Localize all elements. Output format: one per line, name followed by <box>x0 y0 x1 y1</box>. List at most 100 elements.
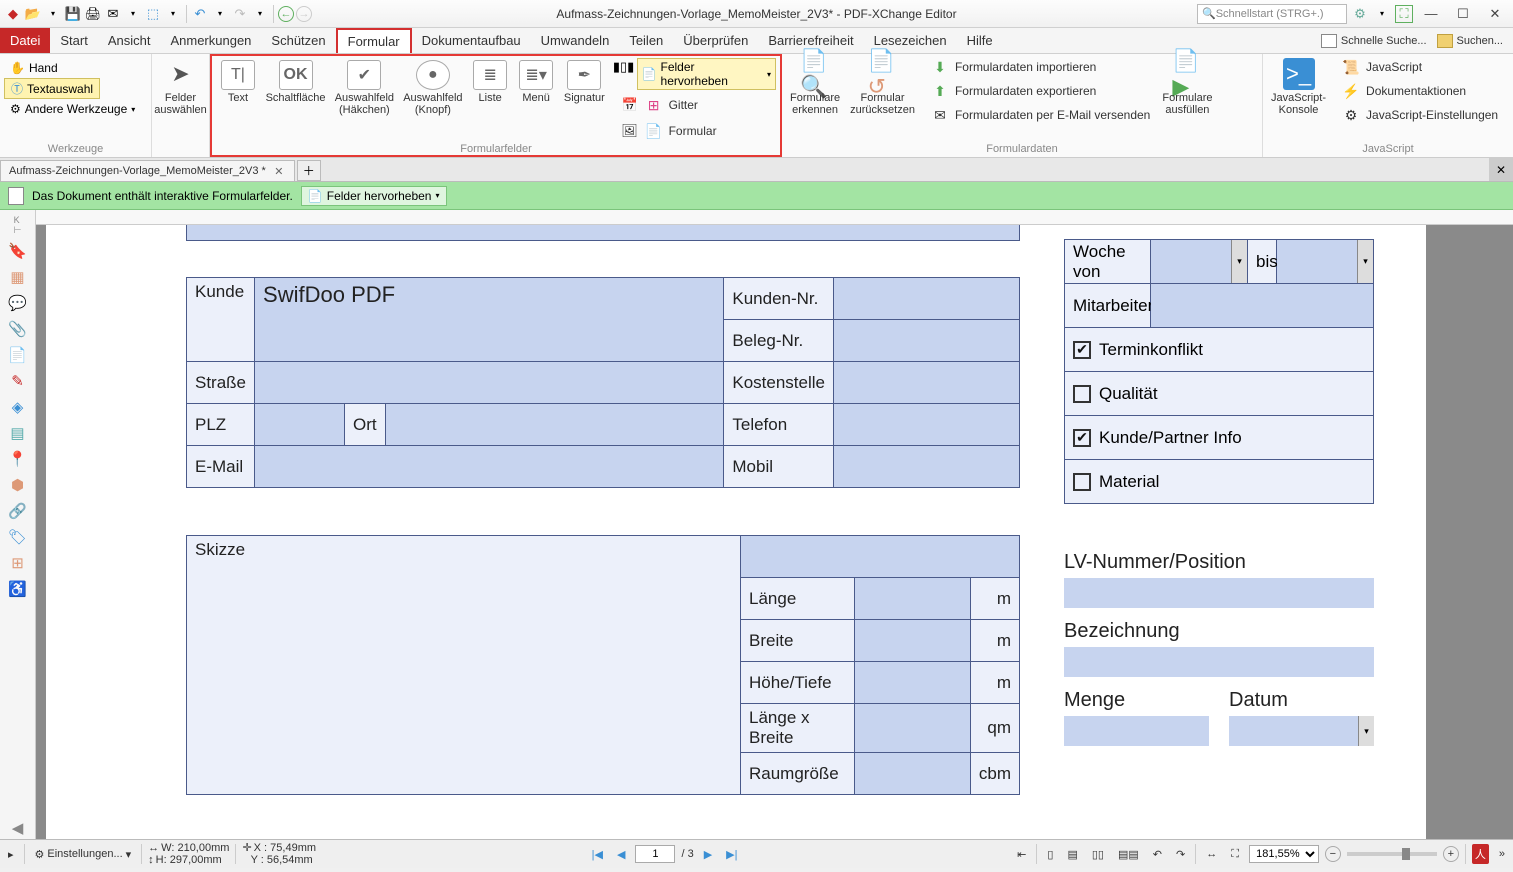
zoom-in-button[interactable]: + <box>1443 846 1459 862</box>
menue-button[interactable]: ≣▾Menü <box>514 58 558 106</box>
content-icon[interactable]: ▤ <box>7 422 29 444</box>
textauswahl-button[interactable]: ⓉTextauswahl <box>4 78 100 99</box>
menu-umwandeln[interactable]: Umwandeln <box>531 28 620 53</box>
liste-button[interactable]: ≣Liste <box>468 58 512 106</box>
formular-button[interactable]: 🖼📄Formular <box>615 120 776 142</box>
maximize-button[interactable]: ☐ <box>1449 4 1477 24</box>
redo-icon[interactable]: ↷ <box>231 5 249 23</box>
chevron-down-icon[interactable]: ▾ <box>1357 240 1373 283</box>
fit-page-icon[interactable]: ⛶ <box>1227 847 1243 862</box>
raumgroesse-field[interactable] <box>855 753 971 795</box>
formulardaten-email-button[interactable]: ✉Formulardaten per E-Mail versenden <box>925 104 1156 126</box>
dokumentaktionen-button[interactable]: ⚡Dokumentaktionen <box>1336 80 1504 102</box>
plz-field[interactable] <box>255 404 345 446</box>
zoom-slider[interactable] <box>1347 852 1437 856</box>
laenge-field[interactable] <box>855 578 971 620</box>
auswahlfeld-haekchen-button[interactable]: ✔Auswahlfeld (Häkchen) <box>331 58 398 118</box>
menu-formular[interactable]: Formular <box>336 28 412 53</box>
barcode-icon[interactable]: ▮▯▮ <box>615 58 633 76</box>
layers-icon[interactable]: ◈ <box>7 396 29 418</box>
qualitaet-checkbox[interactable]: Qualität <box>1065 372 1373 415</box>
layout-single-icon[interactable]: ▯ <box>1043 847 1057 862</box>
dropdown-icon[interactable]: ▾ <box>1373 5 1391 23</box>
wochevon-field[interactable]: ▾ <box>1151 240 1247 283</box>
save-icon[interactable]: 💾 <box>64 5 82 23</box>
order-icon[interactable]: ⊞ <box>7 552 29 574</box>
email-field[interactable] <box>255 446 724 488</box>
ort-field[interactable] <box>385 404 724 446</box>
bookmark-panel-icon[interactable]: 🔖 <box>7 240 29 262</box>
attachments-icon[interactable]: 📎 <box>7 318 29 340</box>
layout-continuous-icon[interactable]: ▤ <box>1063 847 1081 862</box>
schnelle-suche-button[interactable]: Schnelle Suche... <box>1321 34 1427 48</box>
datum-field[interactable]: ▾ <box>1229 716 1374 746</box>
destinations-icon[interactable]: 📍 <box>7 448 29 470</box>
formulardaten-importieren-button[interactable]: ⬇Formulardaten importieren <box>925 56 1156 78</box>
menge-field[interactable] <box>1064 716 1209 746</box>
undo-icon[interactable]: ↶ <box>191 5 209 23</box>
menu-ueberpruefen[interactable]: Überprüfen <box>673 28 758 53</box>
chevron-down-icon[interactable]: ▾ <box>1231 240 1247 283</box>
fit-width-icon[interactable]: ↔ <box>1202 847 1221 861</box>
schaltflaeche-button[interactable]: OKSchaltfläche <box>262 58 329 106</box>
menu-schuetzen[interactable]: Schützen <box>261 28 335 53</box>
first-page-button[interactable]: |◀ <box>588 847 607 862</box>
menu-file[interactable]: Datei <box>0 28 50 53</box>
scroll-start-icon[interactable]: ⇤ <box>1013 847 1030 862</box>
fit-icon[interactable]: ⛶ <box>1395 5 1413 23</box>
einstellungen-button[interactable]: ⚙ Einstellungen... ▾ <box>31 847 136 862</box>
breite-field[interactable] <box>855 620 971 662</box>
minimize-button[interactable]: — <box>1417 4 1445 24</box>
kundennr-field[interactable] <box>834 278 1020 320</box>
rotate-right-icon[interactable]: ↷ <box>1172 847 1189 862</box>
felder-auswaehlen-button[interactable]: ➤ Felder auswählen <box>156 56 205 118</box>
chevron-down-icon[interactable]: ▾ <box>1358 716 1374 746</box>
auswahlfeld-knopf-button[interactable]: ●Auswahlfeld (Knopf) <box>400 58 467 118</box>
zoom-out-button[interactable]: − <box>1325 846 1341 862</box>
print-icon[interactable]: 🖨 <box>84 5 102 23</box>
hoehe-field[interactable] <box>855 662 971 704</box>
gitter-button[interactable]: 📅⊞Gitter <box>615 94 776 116</box>
zoom-select[interactable]: 181,55% <box>1249 845 1319 863</box>
dropdown-icon[interactable]: ▾ <box>164 5 182 23</box>
kostenstelle-field[interactable] <box>834 362 1020 404</box>
kundepartner-checkbox[interactable]: ✔Kunde/Partner Info <box>1065 416 1373 459</box>
dropdown-icon[interactable]: ▾ <box>124 5 142 23</box>
menu-hilfe[interactable]: Hilfe <box>957 28 1003 53</box>
kunde-field[interactable]: SwifDoo PDF <box>255 278 724 362</box>
accessibility-icon[interactable]: ♿ <box>7 578 29 600</box>
javascript-einstellungen-button[interactable]: ⚙JavaScript-Einstellungen <box>1336 104 1504 126</box>
skizze-top-field[interactable] <box>741 536 1020 578</box>
open-icon[interactable]: 📂 <box>24 5 42 23</box>
next-page-button[interactable]: ▶ <box>700 847 716 862</box>
menu-start[interactable]: Start <box>50 28 97 53</box>
menu-anmerkungen[interactable]: Anmerkungen <box>160 28 261 53</box>
rotate-left-icon[interactable]: ↶ <box>1149 847 1166 862</box>
thumbnails-icon[interactable]: ▦ <box>7 266 29 288</box>
tabstrip-close-button[interactable]: ✕ <box>1489 158 1513 181</box>
dropdown-icon[interactable]: ▾ <box>211 5 229 23</box>
terminkonflikt-checkbox[interactable]: ✔Terminkonflikt <box>1065 328 1373 371</box>
layout-facing-cont-icon[interactable]: ▤▤ <box>1114 847 1143 862</box>
comments-icon[interactable]: 💬 <box>7 292 29 314</box>
page-number-input[interactable] <box>635 845 675 863</box>
lv-field[interactable] <box>1064 578 1374 608</box>
formulardaten-exportieren-button[interactable]: ⬆Formulardaten exportieren <box>925 80 1156 102</box>
tab-close-button[interactable]: ✕ <box>272 164 286 178</box>
hand-tool-button[interactable]: ✋Hand <box>4 60 64 76</box>
suchen-button[interactable]: Suchen... <box>1437 34 1503 48</box>
mail-icon[interactable]: ✉ <box>104 5 122 23</box>
material-checkbox[interactable]: Material <box>1065 460 1373 503</box>
javascript-konsole-button[interactable]: >_JavaScript- Konsole <box>1267 56 1330 118</box>
fields-icon[interactable]: 📄 <box>7 344 29 366</box>
back-icon[interactable]: ← <box>278 6 294 22</box>
prev-page-button[interactable]: ◀ <box>613 847 629 862</box>
panel-toggle-icon[interactable]: ▸ <box>4 847 18 862</box>
felder-hervorheben-button[interactable]: 📄Felder hervorheben▾ <box>637 58 776 90</box>
belegnr-field[interactable] <box>834 320 1020 362</box>
3d-icon[interactable]: ⬢ <box>7 474 29 496</box>
signatures-icon[interactable]: ✎ <box>7 370 29 392</box>
menu-dokumentaufbau[interactable]: Dokumentaufbau <box>412 28 531 53</box>
tags-icon[interactable]: 🏷 <box>7 526 29 548</box>
javascript-button[interactable]: 📜JavaScript <box>1336 56 1504 78</box>
